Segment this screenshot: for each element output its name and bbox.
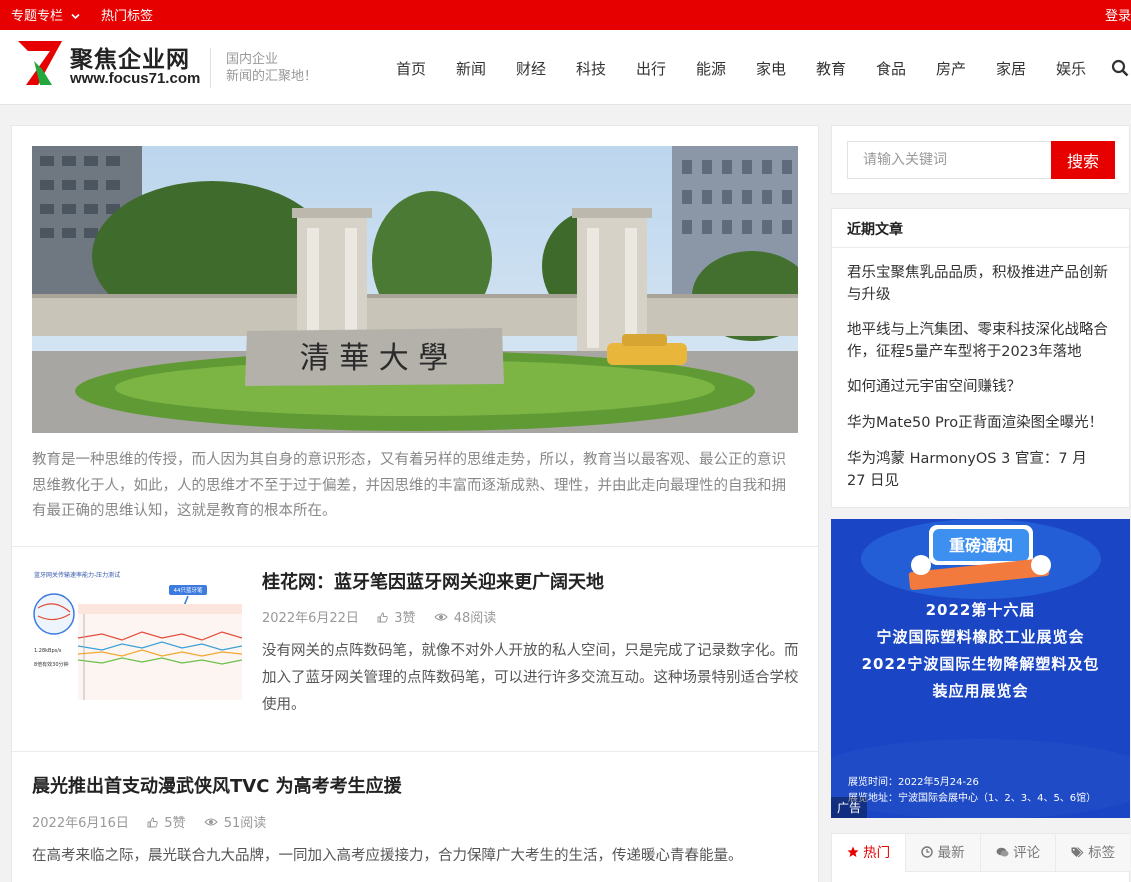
nav-appliance[interactable]: 家电 [756, 58, 786, 79]
nav-entertainment[interactable]: 娱乐 [1056, 58, 1086, 79]
article-date: 2022年6月22日 [262, 611, 359, 626]
ad-line-2: 宁波国际塑料橡胶工业展览会 [876, 628, 1085, 646]
eye-icon [433, 613, 448, 621]
article-meta: 2022年6月22日 3赞 48阅读 [262, 607, 510, 626]
search-icon[interactable] [1111, 59, 1129, 77]
recent-post-link[interactable]: 如何通过元宇宙空间赚钱？ [847, 376, 1109, 398]
like-count[interactable]: 5赞 [147, 812, 185, 831]
article-summary: 没有网关的点阵数码笔，就像不对外人开放的私人空间，只是完成了记录数字化。而加入了… [262, 643, 799, 713]
special-column-menu[interactable]: 专题专栏 [11, 5, 80, 24]
article-summary: 在高考来临之际，晨光联合九大品牌，一同加入高考应援接力，合力保障广大考生的生活，… [32, 848, 743, 864]
logo-divider [210, 48, 211, 88]
article-thumbnail[interactable]: 蓝牙网关传输速率能力-压力测试 44只蓝牙笔 1.28kBps/s 8倍有效30… [32, 568, 242, 708]
network-test-chart-image: 蓝牙网关传输速率能力-压力测试 44只蓝牙笔 1.28kBps/s 8倍有效30… [32, 568, 242, 708]
top-bar: 专题专栏 热门标签 登录 [0, 0, 1131, 30]
comments-icon [996, 847, 1009, 857]
tab-comments-label: 评论 [1013, 845, 1041, 861]
thumb-note: 8倍有效30分钟 [34, 661, 69, 668]
nav-travel[interactable]: 出行 [636, 58, 666, 79]
recent-post-link[interactable]: 华为Mate50 Pro正背面渲染图全曝光！ [847, 412, 1109, 434]
chevron-down-icon [71, 13, 80, 20]
thumbs-up-icon [147, 817, 158, 828]
logo-mark-icon[interactable] [16, 39, 64, 87]
view-count-text: 51阅读 [223, 816, 267, 831]
thumb-tag: 44只蓝牙笔 [174, 586, 203, 594]
slogan-line-2: 新闻的汇聚地！ [226, 69, 318, 84]
recent-post-link[interactable]: 君乐宝聚焦乳品品质，积极推进产品创新与升级 [847, 262, 1109, 306]
divider [12, 546, 818, 547]
nav-energy[interactable]: 能源 [696, 58, 726, 79]
recent-posts-title: 近期文章 [847, 222, 903, 238]
ad-badge: 广告 [831, 797, 868, 818]
view-count-text: 48阅读 [453, 611, 497, 626]
hot-tags-link[interactable]: 热门标签 [101, 5, 153, 24]
tags-icon [1071, 847, 1084, 858]
login-link[interactable]: 登录 [1105, 5, 1131, 24]
tab-latest[interactable]: 最新 [906, 834, 981, 872]
thumb-rate: 1.28kBps/s [34, 648, 62, 654]
tab-tags[interactable]: 标签 [1056, 834, 1130, 872]
recent-post-link[interactable]: 华为鸿蒙 HarmonyOS 3 官宣：7 月 27 日见 [847, 448, 1109, 492]
tab-comments[interactable]: 评论 [981, 834, 1056, 872]
logo-url: www.focus71.com [70, 70, 201, 87]
thumb-heading: 蓝牙网关传输速率能力-压力测试 [34, 571, 120, 579]
view-count: 51阅读 [203, 812, 267, 831]
nav-tech[interactable]: 科技 [576, 58, 606, 79]
gate-inscription: 清 華 大 學 [300, 341, 449, 376]
divider [12, 751, 818, 752]
article-meta: 2022年6月16日 5赞 51阅读 [32, 812, 280, 831]
clock-icon [921, 846, 934, 858]
nav-finance[interactable]: 财经 [516, 58, 546, 79]
like-count-text: 3赞 [394, 611, 416, 626]
hero-description: 教育是一种思维的传授，而人因为其自身的意识形态，又有着另样的思维走势，所以，教育… [32, 452, 786, 519]
ad-time: 展览时间：2022年5月24-26 [848, 777, 979, 788]
tsinghua-gate-illustration: 清 華 大 學 [32, 146, 798, 433]
thumbs-up-icon [377, 612, 388, 623]
sidebar-tabs: 热门 最新 评论 标签 [831, 833, 1130, 882]
tab-hot[interactable]: 热门 [832, 834, 906, 872]
article-date: 2022年6月16日 [32, 816, 129, 831]
view-count: 48阅读 [433, 607, 497, 626]
site-header: 聚焦企业网 www.focus71.com 国内企业 新闻的汇聚地！ 首页 新闻… [0, 30, 1131, 105]
tab-hot-label: 热门 [863, 845, 891, 861]
slogan: 国内企业 新闻的汇聚地！ [226, 51, 317, 85]
nav-home[interactable]: 首页 [396, 58, 426, 79]
eye-icon [203, 818, 218, 826]
ad-line-1: 2022第十六届 [925, 601, 1036, 619]
tab-tags-label: 标签 [1088, 845, 1116, 861]
search-button[interactable]: 搜索 [1051, 141, 1115, 179]
nav-realestate[interactable]: 房产 [936, 58, 966, 79]
nav-news[interactable]: 新闻 [456, 58, 486, 79]
nav-home-furnishing[interactable]: 家居 [996, 58, 1026, 79]
star-icon [847, 846, 859, 857]
ad-line-4: 装应用展览会 [932, 682, 1029, 700]
divider [832, 247, 1130, 248]
like-count-text: 5赞 [164, 816, 186, 831]
logo-name[interactable]: 聚焦企业网 [70, 40, 190, 74]
ad-place: 展览地址：宁波国际会展中心（1、2、3、4、5、6馆） [848, 793, 1097, 804]
ad-line-3: 2022宁波国际生物降解塑料及包 [861, 655, 1100, 673]
article-title[interactable]: 晨光推出首支动漫武侠风TVC 为高考考生应援 [32, 772, 402, 798]
recent-post-link[interactable]: 地平线与上汽集团、零束科技深化战略合作，征程5量产车型将于2023年落地 [847, 319, 1109, 363]
hero-image[interactable]: 清 華 大 學 [32, 146, 798, 433]
nav-education[interactable]: 教育 [816, 58, 846, 79]
search-input[interactable] [847, 141, 1051, 179]
ad-banner-text: 重磅通知 [949, 536, 1013, 555]
tab-latest-label: 最新 [937, 845, 965, 861]
nav-food[interactable]: 食品 [876, 58, 906, 79]
like-count[interactable]: 3赞 [377, 607, 415, 626]
special-column-label: 专题专栏 [11, 9, 64, 24]
advertisement-banner[interactable]: 重磅通知 2022第十六届 宁波国际塑料橡胶工业展览会 2022宁波国际生物降解… [831, 519, 1130, 818]
slogan-line-1: 国内企业 [226, 52, 279, 67]
article-title[interactable]: 桂花网：蓝牙笔因蓝牙网关迎来更广阔天地 [262, 568, 604, 594]
